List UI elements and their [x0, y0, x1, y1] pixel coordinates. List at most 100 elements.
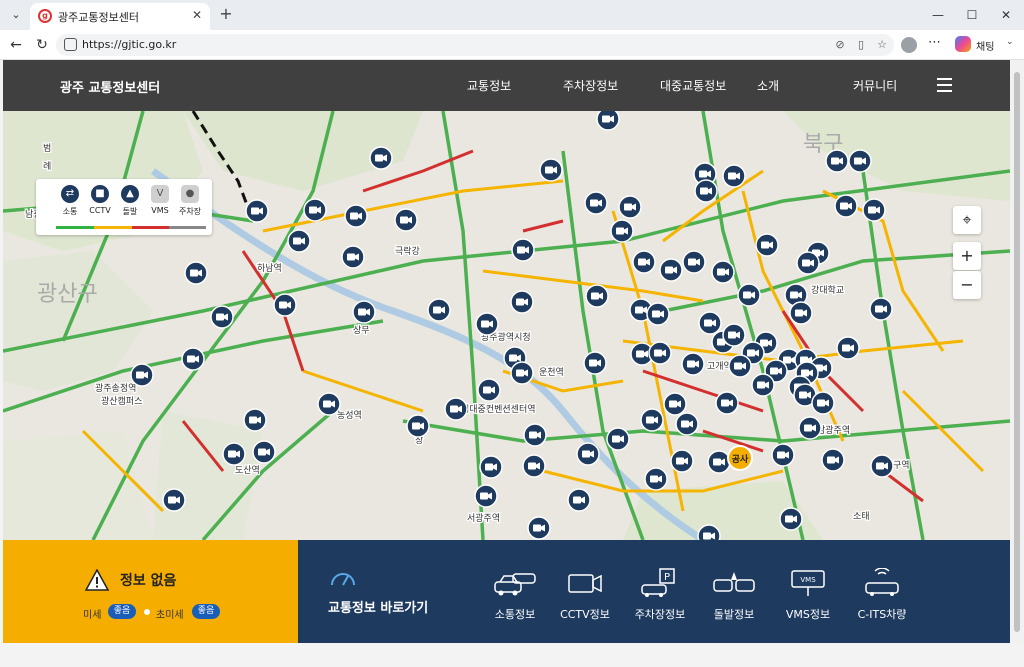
cctv-marker[interactable]: [698, 311, 722, 335]
cctv-marker[interactable]: [510, 361, 534, 385]
back-icon[interactable]: ←: [6, 35, 26, 55]
zoom-in-icon[interactable]: +: [953, 242, 981, 270]
cctv-marker[interactable]: [779, 507, 803, 531]
cctv-marker[interactable]: [222, 442, 246, 466]
nav-about[interactable]: 소개: [757, 77, 779, 94]
close-icon[interactable]: ✕: [192, 8, 202, 22]
cctv-marker[interactable]: [848, 149, 872, 173]
cctv-marker[interactable]: [162, 488, 186, 512]
cctv-marker[interactable]: [663, 392, 687, 416]
cctv-marker[interactable]: [681, 352, 705, 376]
cctv-marker[interactable]: [273, 293, 297, 317]
tab-list-icon[interactable]: ⌄: [6, 5, 26, 25]
cctv-marker[interactable]: [511, 238, 535, 262]
cctv-marker[interactable]: [523, 423, 547, 447]
legend-parking[interactable]: ● 주차장: [174, 185, 206, 217]
refresh-icon[interactable]: ↻: [32, 35, 52, 55]
cctv-marker[interactable]: [789, 301, 813, 325]
locate-icon[interactable]: ⌖: [953, 206, 981, 234]
site-logo[interactable]: 광주 교통정보센터: [60, 77, 160, 96]
cctv-marker[interactable]: [210, 305, 234, 329]
cctv-marker[interactable]: [798, 416, 822, 440]
copilot-label[interactable]: 채팅: [976, 38, 994, 53]
cctv-marker[interactable]: [682, 250, 706, 274]
cctv-marker[interactable]: [755, 233, 779, 257]
close-window-icon[interactable]: ✕: [994, 4, 1018, 26]
chevron-down-icon[interactable]: ⌄: [1006, 37, 1014, 47]
cctv-marker[interactable]: [697, 524, 721, 540]
cctv-marker[interactable]: [303, 198, 327, 222]
cctv-marker[interactable]: [648, 341, 672, 365]
cctv-marker[interactable]: [474, 484, 498, 508]
cctv-marker[interactable]: [811, 391, 835, 415]
cctv-marker[interactable]: [825, 149, 849, 173]
nav-transit[interactable]: 대중교통정보: [660, 77, 726, 94]
copilot-icon[interactable]: [955, 36, 971, 52]
cctv-marker[interactable]: [821, 448, 845, 472]
cctv-marker[interactable]: [694, 179, 718, 203]
cctv-marker[interactable]: [479, 455, 503, 479]
shortcut-traffic[interactable]: 소통정보: [480, 568, 550, 622]
cctv-marker[interactable]: [475, 312, 499, 336]
cctv-marker[interactable]: [130, 363, 154, 387]
cctv-marker[interactable]: [252, 440, 276, 464]
cctv-marker[interactable]: [632, 250, 656, 274]
cctv-marker[interactable]: [184, 261, 208, 285]
cctv-marker[interactable]: [869, 297, 893, 321]
cctv-marker[interactable]: [576, 442, 600, 466]
cctv-marker[interactable]: [728, 354, 752, 378]
scroll-thumb[interactable]: [1014, 72, 1020, 632]
cctv-marker[interactable]: [610, 219, 634, 243]
url-field[interactable]: https://gjtic.go.kr ⊘ ▯ ☆: [56, 34, 894, 56]
cctv-marker[interactable]: [344, 204, 368, 228]
cctv-marker[interactable]: [369, 146, 393, 170]
cctv-marker[interactable]: [737, 283, 761, 307]
cctv-marker[interactable]: [659, 258, 683, 282]
cctv-marker[interactable]: [287, 229, 311, 253]
cctv-marker[interactable]: [836, 336, 860, 360]
shortcut-incident[interactable]: 돌발정보: [699, 568, 769, 622]
cctv-marker[interactable]: [618, 195, 642, 219]
cctv-marker[interactable]: [751, 373, 775, 397]
cctv-marker[interactable]: [522, 454, 546, 478]
favorite-icon[interactable]: ☆: [874, 37, 890, 53]
traffic-map[interactable]: 광산구북구범례남광산하남역극락강상무광주송정역광산캠퍼스농성역도산역광주광역시청…: [3, 111, 1010, 540]
legend-traffic[interactable]: ⇄ 소통: [54, 185, 86, 217]
cctv-marker[interactable]: [352, 300, 376, 324]
cctv-marker[interactable]: [715, 391, 739, 415]
url-text[interactable]: https://gjtic.go.kr: [82, 38, 176, 51]
shortcut-parking[interactable]: P 주차장정보: [625, 568, 695, 622]
cctv-marker[interactable]: [444, 397, 468, 421]
nav-traffic[interactable]: 교통정보: [467, 77, 511, 94]
minimize-icon[interactable]: —: [926, 4, 950, 26]
cctv-marker[interactable]: [722, 164, 746, 188]
cctv-marker[interactable]: [711, 260, 735, 284]
cctv-marker[interactable]: [596, 111, 620, 131]
cctv-marker[interactable]: [243, 408, 267, 432]
cctv-marker[interactable]: [870, 454, 894, 478]
cctv-marker[interactable]: [646, 302, 670, 326]
cctv-marker[interactable]: [675, 412, 699, 436]
cctv-marker[interactable]: [606, 427, 630, 451]
more-icon[interactable]: ⋯: [928, 35, 941, 50]
cctv-marker[interactable]: [341, 245, 365, 269]
maximize-icon[interactable]: ☐: [960, 4, 984, 26]
cctv-marker[interactable]: [834, 194, 858, 218]
tracking-icon[interactable]: ⊘: [832, 37, 848, 53]
profile-icon[interactable]: [901, 37, 917, 53]
cctv-marker[interactable]: [406, 414, 430, 438]
scrollbar[interactable]: [1010, 60, 1024, 643]
cctv-marker[interactable]: [707, 450, 731, 474]
construction-marker[interactable]: 공사: [727, 445, 753, 471]
cctv-marker[interactable]: [722, 323, 746, 347]
new-tab-icon[interactable]: +: [216, 4, 236, 24]
cctv-marker[interactable]: [670, 449, 694, 473]
cctv-marker[interactable]: [771, 443, 795, 467]
cctv-marker[interactable]: [584, 191, 608, 215]
cctv-marker[interactable]: [644, 467, 668, 491]
shortcut-cits[interactable]: C-ITS차량: [847, 568, 917, 622]
cctv-marker[interactable]: [862, 198, 886, 222]
map-canvas[interactable]: 광산구북구범례남광산하남역극락강상무광주송정역광산캠퍼스농성역도산역광주광역시청…: [3, 111, 1010, 540]
legend-cctv[interactable]: ■ CCTV: [84, 185, 116, 215]
reader-icon[interactable]: ▯: [853, 37, 869, 53]
